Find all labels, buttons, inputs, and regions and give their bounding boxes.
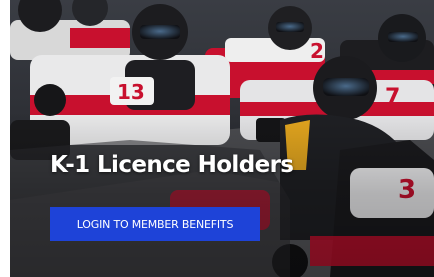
login-member-benefits-button[interactable]: LOGIN TO MEMBER BENEFITS — [50, 207, 260, 241]
hero-banner: 2 13 7 — [10, 0, 434, 277]
hero-title: K-1 Licence Holders — [50, 152, 294, 178]
